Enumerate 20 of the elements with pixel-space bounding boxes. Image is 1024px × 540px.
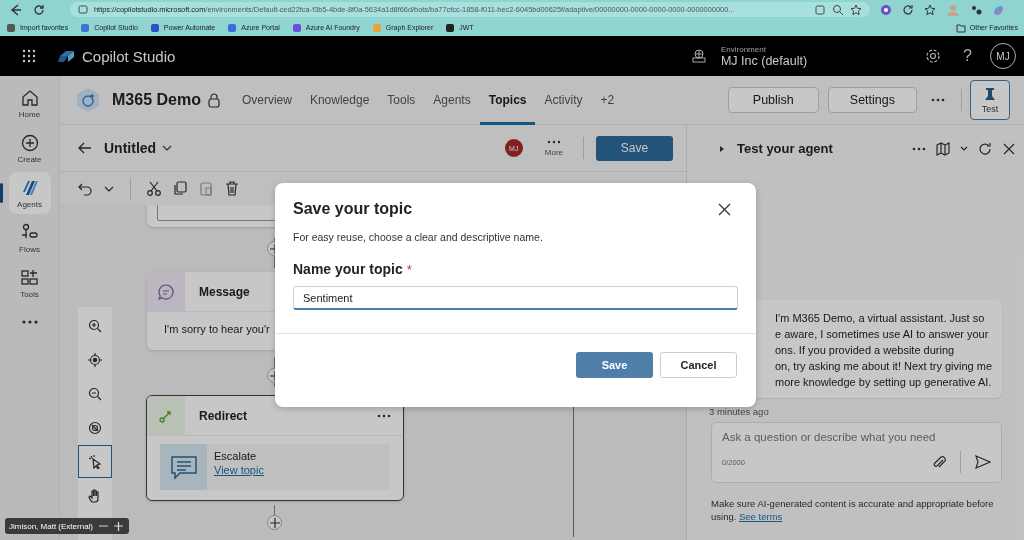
- field-label: Name your topic: [293, 261, 403, 277]
- required-mark: *: [406, 262, 412, 277]
- message-text: I'm sorry to hear you'r: [163, 322, 271, 337]
- app-name: Copilot Studio: [82, 47, 176, 65]
- message-text: I'm M365 Demo, a virtual assistant. Just so: [775, 311, 986, 326]
- dialog-description: For easy reuse, choose a clear and descriptive name.: [293, 231, 544, 243]
- timestamp: 3 minutes ago: [709, 406, 770, 417]
- environment-label: Environment: [720, 44, 767, 54]
- message-text: more knowledge by setting up generative AI.: [775, 375, 993, 390]
- message-text: on, try asking me about it! Next try giving me: [775, 359, 993, 374]
- node-title: Redirect: [199, 408, 248, 423]
- message-text: ons. If you provided a website during: [775, 343, 956, 358]
- agent-name: M365 Demo: [112, 91, 201, 109]
- message-text: e aware, I sometimes use AI to answer your: [775, 327, 990, 342]
- panel-title: Test your agent: [737, 141, 833, 156]
- node-title: Message: [199, 284, 250, 299]
- dialog-title: Save your topic: [293, 200, 413, 218]
- topic-name: Escalate: [214, 450, 258, 462]
- disclaimer-text: Make sure AI-generated content is accurate and appropriate before using. See terms: [711, 497, 995, 523]
- presenter-badge: Jimison, Matt (External): [5, 518, 130, 534]
